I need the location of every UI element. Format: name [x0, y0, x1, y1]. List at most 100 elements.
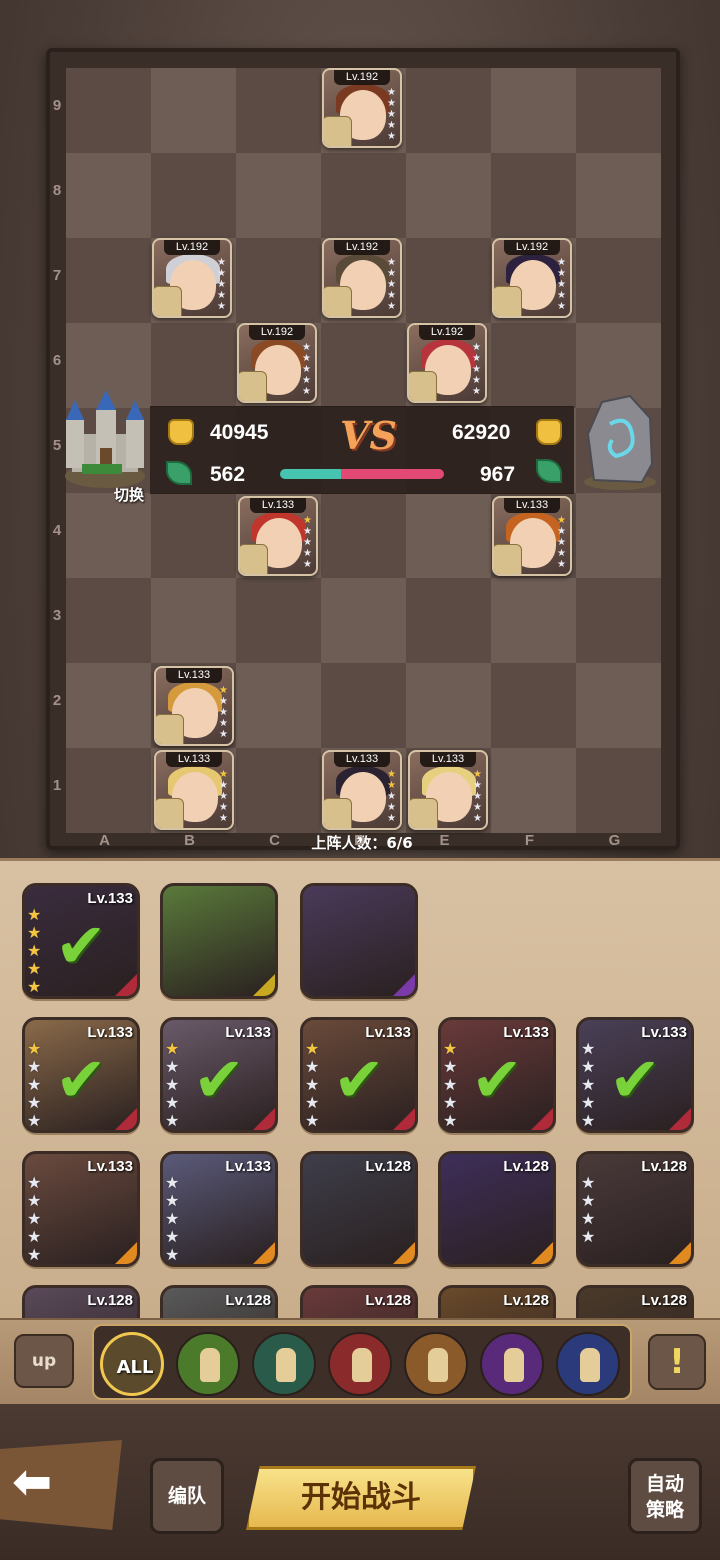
start-battle-button[interactable]: 开始战斗 [246, 1466, 476, 1530]
board-square[interactable] [406, 663, 491, 748]
castle-icon[interactable] [62, 390, 148, 490]
board-square[interactable] [321, 578, 406, 663]
hero-card[interactable] [160, 883, 278, 999]
hero-card[interactable]: Lv.128 [438, 1285, 556, 1318]
board-square[interactable] [151, 323, 236, 408]
chess-piece-icon [276, 1348, 296, 1382]
board-square[interactable] [406, 153, 491, 238]
hero-card[interactable]: Lv.133 ★ ★ ★ ★ ★ [22, 1151, 140, 1267]
mage-hat-icon[interactable] [480, 1332, 544, 1396]
hero-card[interactable]: Lv.128 [300, 1285, 418, 1318]
board-square[interactable] [66, 153, 151, 238]
board-unit[interactable]: Lv.133 ★ ★ ★ ★ ★ [238, 496, 318, 576]
hero-card[interactable]: Lv.133 ★ ★ ★ ★ ★ ✔ [438, 1017, 556, 1133]
board-square[interactable] [66, 238, 151, 323]
alert-button[interactable]: ! [648, 1334, 706, 1390]
board-square[interactable] [66, 68, 151, 153]
hero-card[interactable]: Lv.133 ★ ★ ★ ★ ★ ✔ [22, 883, 140, 999]
board-square[interactable] [236, 153, 321, 238]
switch-formation-label[interactable]: 切换 [114, 484, 144, 505]
board-unit[interactable]: Lv.133 ★ ★ ★ ★ ★ [322, 750, 402, 830]
board-square[interactable] [576, 663, 661, 748]
hero-roster[interactable]: Lv.133 ★ ★ ★ ★ ★ ✔ Lv.133 ★ ★ ★ ★ ★ ✔ Lv.133 ★ ★ ★ ★ ★ ✔ Lv.1… [0, 858, 720, 1318]
hero-card[interactable]: Lv.133 ★ ★ ★ ★ ★ ✔ [300, 1017, 418, 1133]
star-icon: ★ [443, 1111, 458, 1130]
hero-card[interactable]: Lv.128 [438, 1151, 556, 1267]
board-square[interactable] [491, 68, 576, 153]
board-square[interactable] [151, 578, 236, 663]
filter-all[interactable]: ALL [100, 1332, 164, 1396]
board-unit[interactable]: Lv.192 ★ ★ ★ ★ ★ [492, 238, 572, 318]
horse-icon[interactable] [252, 1332, 316, 1396]
board-unit[interactable]: Lv.192 ★ ★ ★ ★ ★ [152, 238, 232, 318]
board-square[interactable] [406, 68, 491, 153]
board-square[interactable] [491, 578, 576, 663]
board-square[interactable] [576, 68, 661, 153]
board-square[interactable] [491, 153, 576, 238]
board-square[interactable] [576, 748, 661, 833]
auto-strategy-line2: 策略 [645, 1499, 684, 1521]
auto-strategy-button[interactable]: 自动 策略 [628, 1458, 702, 1534]
rarity-corner [669, 1108, 691, 1130]
hero-card[interactable]: Lv.133 ★ ★ ★ ★ ★ ✔ [160, 1017, 278, 1133]
board-square[interactable] [576, 153, 661, 238]
star-icon: ★ [305, 1057, 320, 1076]
board-square[interactable] [321, 323, 406, 408]
board-square[interactable] [491, 323, 576, 408]
star-icon: ★ [387, 290, 396, 301]
board-square[interactable] [66, 578, 151, 663]
hero-card[interactable]: Lv.128 ★ ★ ★ ★ [576, 1151, 694, 1267]
knight-helmet-icon[interactable] [176, 1332, 240, 1396]
board-square[interactable] [151, 153, 236, 238]
star-icon: ★ [557, 279, 566, 290]
board-square[interactable] [321, 493, 406, 578]
board-square[interactable] [66, 663, 151, 748]
board-square[interactable] [236, 578, 321, 663]
hero-card[interactable] [300, 883, 418, 999]
priestess-icon[interactable] [556, 1332, 620, 1396]
hero-card[interactable]: Lv.128 [300, 1151, 418, 1267]
cannon-icon[interactable] [328, 1332, 392, 1396]
board-square[interactable] [151, 68, 236, 153]
back-button[interactable]: ⬅ [0, 1440, 122, 1530]
board-square[interactable] [491, 748, 576, 833]
star-icon: ★ [27, 1057, 42, 1076]
board-square[interactable] [576, 578, 661, 663]
board-square[interactable] [236, 663, 321, 748]
upgrade-button[interactable]: up [14, 1334, 74, 1388]
chess-piece-icon [494, 544, 522, 574]
board-square[interactable] [406, 238, 491, 323]
star-icon: ★ [302, 364, 311, 375]
hero-card[interactable]: Lv.133 ★ ★ ★ ★ ★ ✔ [576, 1017, 694, 1133]
board-unit[interactable]: Lv.192 ★ ★ ★ ★ ★ [322, 68, 402, 148]
board-unit[interactable]: Lv.133 ★ ★ ★ ★ ★ [154, 666, 234, 746]
hero-card[interactable]: Lv.128 [22, 1285, 140, 1318]
hero-card[interactable]: Lv.128 [160, 1285, 278, 1318]
board-square[interactable] [236, 238, 321, 323]
hero-card[interactable]: Lv.133 ★ ★ ★ ★ ★ [160, 1151, 278, 1267]
board-unit[interactable]: Lv.192 ★ ★ ★ ★ ★ [407, 323, 487, 403]
board-unit[interactable]: Lv.192 ★ ★ ★ ★ ★ [322, 238, 402, 318]
board-square[interactable] [66, 748, 151, 833]
board-square[interactable] [236, 748, 321, 833]
board-unit[interactable]: Lv.133 ★ ★ ★ ★ ★ [408, 750, 488, 830]
hero-card[interactable]: Lv.128 [576, 1285, 694, 1318]
board-square[interactable] [321, 153, 406, 238]
board-unit[interactable]: Lv.133 ★ ★ ★ ★ ★ [154, 750, 234, 830]
board-square[interactable] [576, 493, 661, 578]
star-icon: ★ [27, 977, 42, 996]
board-square[interactable] [66, 493, 151, 578]
board-square[interactable] [406, 578, 491, 663]
board-square[interactable] [491, 663, 576, 748]
edit-team-button[interactable]: 编队 [150, 1458, 224, 1534]
board-square[interactable] [151, 493, 236, 578]
hero-card[interactable]: Lv.133 ★ ★ ★ ★ ★ ✔ [22, 1017, 140, 1133]
star-icon: ★ [472, 386, 481, 397]
board-square[interactable] [321, 663, 406, 748]
board-unit[interactable]: Lv.192 ★ ★ ★ ★ ★ [237, 323, 317, 403]
chariot-icon[interactable] [404, 1332, 468, 1396]
board-square[interactable] [576, 238, 661, 323]
board-square[interactable] [406, 493, 491, 578]
board-unit[interactable]: Lv.133 ★ ★ ★ ★ ★ [492, 496, 572, 576]
board-square[interactable] [236, 68, 321, 153]
